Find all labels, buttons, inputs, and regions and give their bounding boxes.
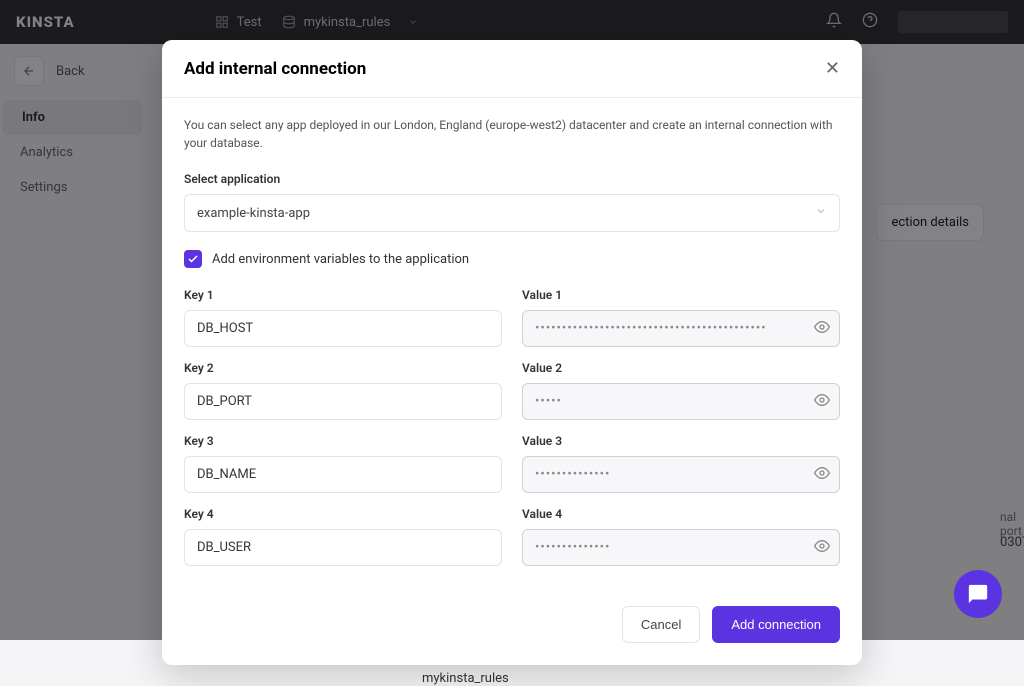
key-input-1[interactable] bbox=[184, 310, 502, 347]
add-connection-button[interactable]: Add connection bbox=[712, 606, 840, 643]
checkbox-label: Add environment variables to the applica… bbox=[212, 252, 469, 267]
value-label: Value 3 bbox=[522, 434, 840, 448]
value-input-4[interactable] bbox=[522, 529, 840, 566]
eye-icon[interactable] bbox=[814, 392, 830, 412]
modal-description: You can select any app deployed in our L… bbox=[184, 116, 840, 152]
key-label: Key 1 bbox=[184, 288, 502, 302]
key-input-2[interactable] bbox=[184, 383, 502, 420]
dbname-value: mykinsta_rules bbox=[422, 671, 509, 686]
key-input-3[interactable] bbox=[184, 456, 502, 493]
value-input-3[interactable] bbox=[522, 456, 840, 493]
value-input-1[interactable] bbox=[522, 310, 840, 347]
select-application-label: Select application bbox=[184, 172, 840, 186]
eye-icon[interactable] bbox=[814, 319, 830, 339]
modal-title: Add internal connection bbox=[184, 59, 366, 79]
key-label: Key 3 bbox=[184, 434, 502, 448]
application-select[interactable]: example-kinsta-app bbox=[184, 194, 840, 232]
add-connection-modal: Add internal connection ✕ You can select… bbox=[162, 40, 862, 665]
value-label: Value 2 bbox=[522, 361, 840, 375]
eye-icon[interactable] bbox=[814, 538, 830, 558]
eye-icon[interactable] bbox=[814, 465, 830, 485]
add-env-checkbox[interactable] bbox=[184, 250, 202, 268]
key-label: Key 4 bbox=[184, 507, 502, 521]
chat-fab[interactable] bbox=[954, 570, 1002, 618]
key-label: Key 2 bbox=[184, 361, 502, 375]
select-value: example-kinsta-app bbox=[197, 206, 310, 221]
close-icon[interactable]: ✕ bbox=[825, 58, 840, 79]
chevron-down-icon bbox=[815, 205, 827, 221]
key-input-4[interactable] bbox=[184, 529, 502, 566]
value-label: Value 4 bbox=[522, 507, 840, 521]
cancel-button[interactable]: Cancel bbox=[622, 606, 700, 643]
value-label: Value 1 bbox=[522, 288, 840, 302]
value-input-2[interactable] bbox=[522, 383, 840, 420]
